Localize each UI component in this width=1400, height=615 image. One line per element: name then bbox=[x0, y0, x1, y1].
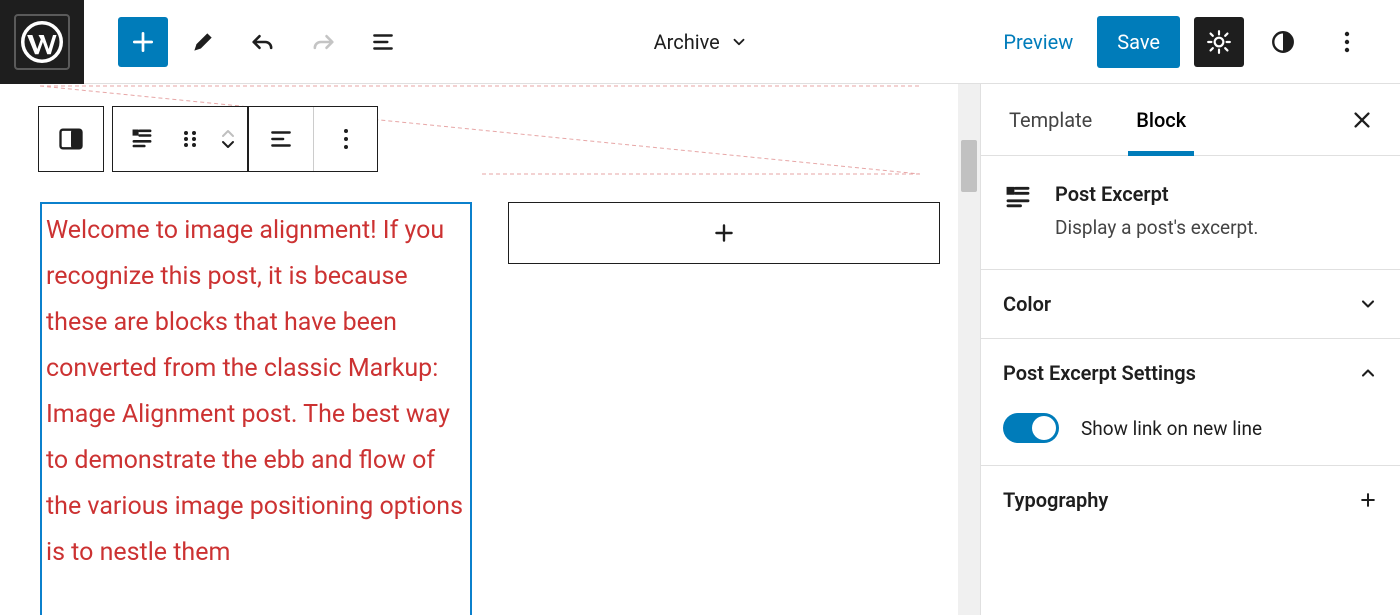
styles-button[interactable] bbox=[1258, 17, 1308, 67]
block-toolbar bbox=[38, 106, 378, 172]
plus-icon bbox=[711, 220, 737, 246]
block-card-title: Post Excerpt bbox=[1055, 182, 1258, 206]
drag-icon bbox=[182, 127, 198, 151]
preview-button[interactable]: Preview bbox=[993, 24, 1083, 60]
move-buttons[interactable] bbox=[209, 107, 247, 171]
panel-typography-title: Typography bbox=[1003, 488, 1108, 512]
show-link-on-new-line-row: Show link on new line bbox=[1003, 385, 1378, 443]
block-card-description: Display a post's excerpt. bbox=[1055, 216, 1258, 239]
chevron-down-icon bbox=[1358, 294, 1378, 314]
drag-handle[interactable] bbox=[171, 107, 209, 171]
more-vertical-icon bbox=[343, 127, 349, 151]
align-left-icon bbox=[268, 126, 294, 152]
close-sidebar-button[interactable] bbox=[1338, 96, 1386, 144]
chevron-up-icon bbox=[1358, 363, 1378, 383]
save-button[interactable]: Save bbox=[1097, 16, 1180, 68]
wordpress-logo[interactable] bbox=[0, 0, 84, 84]
more-vertical-icon bbox=[1344, 30, 1350, 54]
editor-main: Welcome to image alignment! If you recog… bbox=[0, 84, 1400, 615]
top-left-controls bbox=[84, 17, 408, 67]
edit-tool-button[interactable] bbox=[178, 17, 228, 67]
redo-button[interactable] bbox=[298, 17, 348, 67]
block-type-button[interactable] bbox=[113, 107, 171, 171]
show-link-on-new-line-label: Show link on new line bbox=[1081, 417, 1262, 440]
plus-icon bbox=[130, 29, 156, 55]
excerpt-text: Welcome to image alignment! If you recog… bbox=[46, 208, 464, 576]
chevron-down-icon bbox=[730, 33, 748, 51]
columns-block: Welcome to image alignment! If you recog… bbox=[40, 104, 940, 615]
post-excerpt-icon bbox=[128, 125, 156, 153]
post-excerpt-block[interactable]: Welcome to image alignment! If you recog… bbox=[40, 202, 472, 615]
column-appender[interactable] bbox=[508, 202, 940, 264]
post-excerpt-icon bbox=[1003, 182, 1035, 239]
align-button[interactable] bbox=[249, 107, 313, 171]
gear-icon bbox=[1206, 29, 1232, 55]
panel-typography[interactable]: Typography bbox=[981, 465, 1400, 534]
panel-color[interactable]: Color bbox=[981, 269, 1400, 338]
sidebar-tabs: Template Block bbox=[981, 84, 1400, 156]
editor-top-bar: Archive Preview Save bbox=[0, 0, 1400, 84]
plus-icon bbox=[1358, 490, 1378, 510]
settings-sidebar: Template Block Post Excerpt Display a po… bbox=[980, 84, 1400, 615]
contrast-icon bbox=[1270, 29, 1296, 55]
toolbar-group-block bbox=[112, 106, 248, 172]
settings-button[interactable] bbox=[1194, 17, 1244, 67]
toolbar-group-parent bbox=[38, 106, 104, 172]
wordpress-icon bbox=[14, 14, 70, 70]
select-parent-column-button[interactable] bbox=[39, 107, 103, 171]
editor-canvas[interactable]: Welcome to image alignment! If you recog… bbox=[0, 84, 980, 615]
undo-icon bbox=[249, 28, 277, 56]
add-block-button[interactable] bbox=[118, 17, 168, 67]
column-left[interactable]: Welcome to image alignment! If you recog… bbox=[40, 112, 472, 615]
canvas-wrap: Welcome to image alignment! If you recog… bbox=[0, 84, 980, 615]
tab-template[interactable]: Template bbox=[987, 84, 1114, 155]
undo-button[interactable] bbox=[238, 17, 288, 67]
panel-pes-title: Post Excerpt Settings bbox=[1003, 361, 1196, 385]
chevron-up-icon bbox=[221, 128, 235, 138]
pencil-icon bbox=[190, 29, 216, 55]
document-title-dropdown[interactable]: Archive bbox=[408, 30, 993, 54]
panel-color-title: Color bbox=[1003, 292, 1051, 316]
document-title: Archive bbox=[654, 30, 720, 54]
list-view-icon bbox=[370, 29, 396, 55]
redo-icon bbox=[309, 28, 337, 56]
column-right[interactable] bbox=[508, 112, 940, 615]
options-button[interactable] bbox=[1322, 17, 1372, 67]
close-icon bbox=[1351, 109, 1373, 131]
block-card: Post Excerpt Display a post's excerpt. bbox=[981, 156, 1400, 269]
panel-post-excerpt-settings-toggle[interactable]: Post Excerpt Settings bbox=[1003, 361, 1378, 385]
top-right-controls: Preview Save bbox=[993, 16, 1400, 68]
panel-post-excerpt-settings: Post Excerpt Settings Show link on new l… bbox=[981, 338, 1400, 465]
tab-block[interactable]: Block bbox=[1114, 84, 1208, 155]
show-link-on-new-line-toggle[interactable] bbox=[1003, 413, 1059, 443]
toolbar-group-align bbox=[248, 106, 378, 172]
chevron-down-icon bbox=[221, 140, 235, 150]
list-view-button[interactable] bbox=[358, 17, 408, 67]
block-options-button[interactable] bbox=[313, 107, 377, 171]
column-icon bbox=[57, 125, 85, 153]
